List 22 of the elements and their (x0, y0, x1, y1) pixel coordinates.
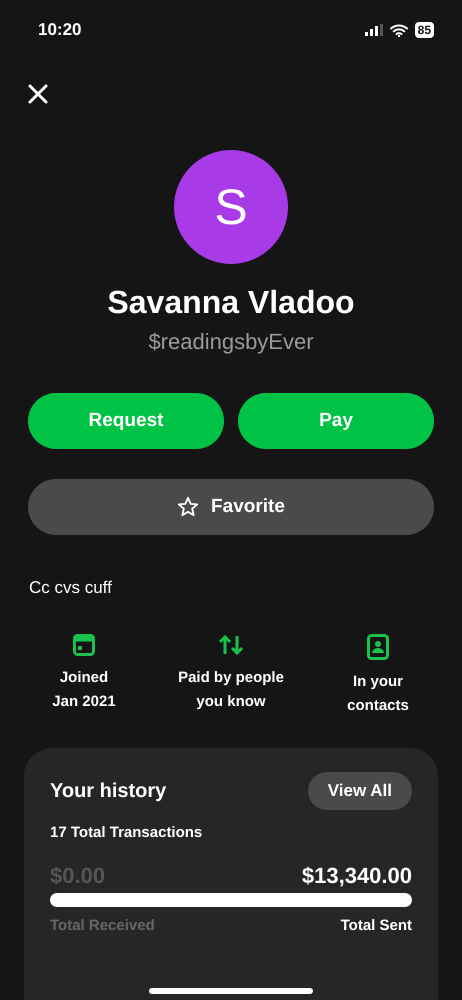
transaction-count: 17 Total Transactions (50, 824, 204, 841)
favorite-button[interactable]: Favorite (28, 479, 434, 535)
bio-text: Cc cvs cuff (29, 578, 112, 598)
fact-label: Paid by people you know (178, 668, 284, 712)
calendar-icon (73, 634, 95, 656)
avatar: S (174, 150, 288, 264)
sent-amount: $13,340.00 (302, 863, 412, 889)
signal-icon (364, 24, 383, 36)
profile-handle: $readingsbyEver (148, 329, 314, 355)
fact-label: Joined Jan 2021 (52, 668, 116, 712)
profile-name: Savanna Vladoo (107, 284, 355, 321)
received-label: Total Received (50, 917, 155, 934)
status-time: 10:20 (38, 20, 82, 40)
history-title: Your history (50, 780, 166, 802)
fact-label: In your contacts (347, 672, 409, 716)
wifi-icon (390, 24, 408, 36)
contact-icon (367, 634, 389, 660)
sent-label: Total Sent (340, 917, 412, 934)
battery-level: 85 (414, 22, 434, 38)
arrows-icon (218, 634, 244, 656)
view-all-button[interactable]: View All (308, 772, 412, 810)
close-icon[interactable] (28, 84, 48, 104)
